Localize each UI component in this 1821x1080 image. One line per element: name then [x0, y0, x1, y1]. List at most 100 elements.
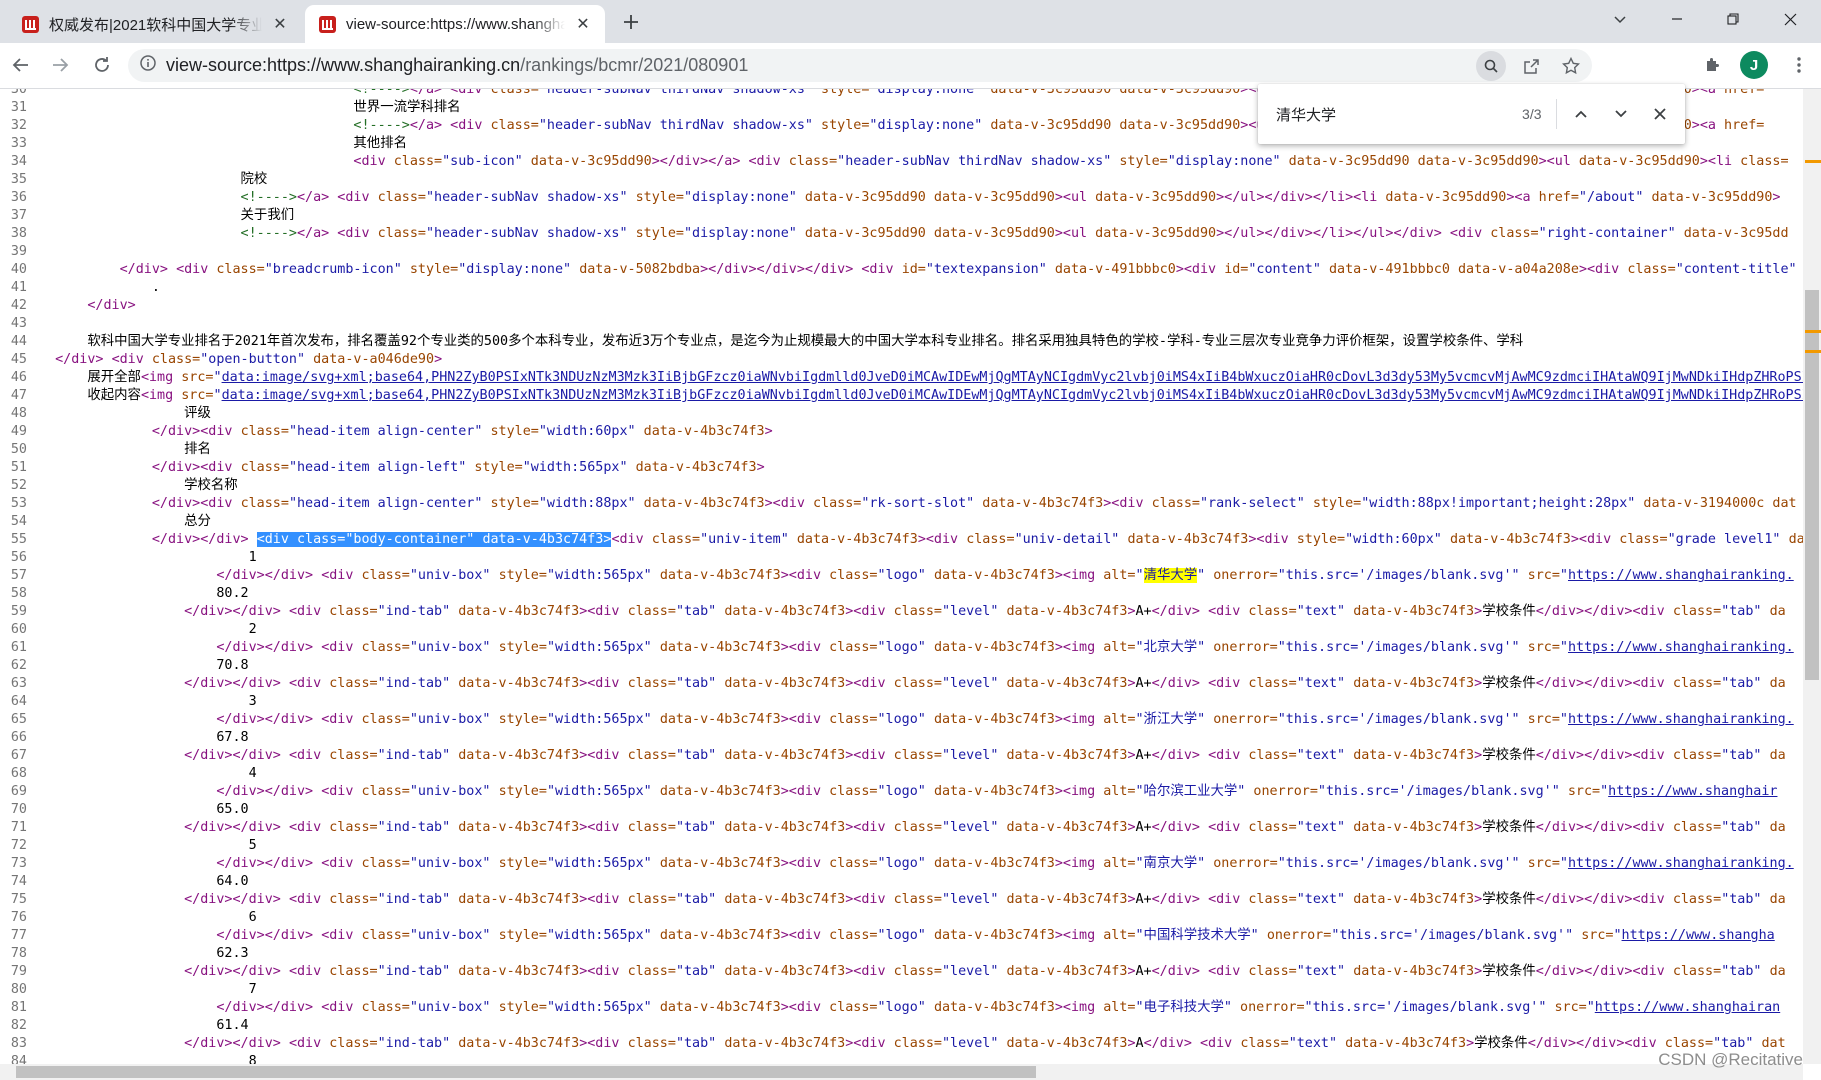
find-previous-button[interactable] [1567, 99, 1597, 129]
source-line: 76 6 [0, 909, 257, 927]
line-content: 院校 [39, 172, 268, 187]
tab-view-source[interactable]: view-source:https://www.shanghairanking.… [305, 5, 605, 43]
source-line: 62 70.8 [0, 657, 249, 675]
line-content: 评级 [39, 406, 211, 421]
share-button[interactable] [1516, 51, 1546, 81]
vertical-scrollbar-thumb[interactable] [1805, 290, 1819, 680]
source-line: 40 </div> <div class="breadcrumb-icon" s… [0, 261, 1797, 279]
line-content: </div></div> <div class="univ-box" style… [216, 568, 1794, 583]
extensions-button[interactable] [1698, 50, 1728, 80]
site-info-icon[interactable] [140, 55, 156, 76]
source-line: 46 展开全部<img src="data:image/svg+xml;base… [0, 369, 1803, 387]
line-content: 61.4 [39, 1018, 249, 1033]
url-scheme: view-source: [166, 55, 268, 75]
line-content: </div><div class="head-item align-center… [151, 424, 773, 439]
source-line: 70 65.0 [0, 801, 249, 819]
source-line: 49 </div><div class="head-item align-cen… [0, 423, 773, 441]
line-number: 75 [10, 892, 27, 907]
line-number: 39 [10, 244, 27, 259]
reload-button[interactable] [87, 50, 117, 80]
horizontal-scrollbar-thumb[interactable] [16, 1066, 1036, 1078]
source-line: 72 5 [0, 837, 257, 855]
source-line: 54 总分 [0, 513, 211, 531]
back-button[interactable] [6, 50, 36, 80]
minimize-button[interactable] [1654, 0, 1700, 38]
close-tab-icon[interactable]: ✕ [270, 14, 290, 34]
find-result-count: 3/3 [1522, 106, 1542, 122]
tab-title: view-source:https://www.shanghairanking.… [346, 15, 565, 33]
address-bar[interactable]: view-source:https://www.shanghairanking.… [128, 49, 1592, 82]
source-line: 39 [0, 243, 39, 261]
source-line: 59 </div></div> <div class="ind-tab" dat… [0, 603, 1786, 621]
line-content: 其他排名 [39, 136, 407, 151]
line-number: 60 [10, 622, 27, 637]
line-number: 34 [10, 154, 27, 169]
chevron-down-icon [1615, 110, 1627, 118]
source-line: 77 </div></div> <div class="univ-box" st… [0, 927, 1775, 945]
chevron-up-icon [1575, 110, 1587, 118]
line-content: 4 [39, 766, 257, 781]
line-number: 52 [10, 478, 27, 493]
source-line: 34 <div class="sub-icon" data-v-3c95dd90… [0, 153, 1789, 171]
forward-button[interactable] [45, 50, 75, 80]
line-content: 6 [39, 910, 257, 925]
bookmark-button[interactable] [1556, 51, 1586, 81]
source-line: 74 64.0 [0, 873, 249, 891]
line-content: 70.8 [39, 658, 249, 673]
tab-ranking-page[interactable]: 权威发布|2021软科中国大学专业排名 ✕ [8, 5, 302, 43]
source-line: 42 </div> [0, 297, 136, 315]
new-tab-button[interactable] [618, 9, 644, 35]
line-number: 40 [10, 262, 27, 277]
url-text[interactable]: view-source:https://www.shanghairanking.… [166, 55, 748, 76]
line-number: 58 [10, 586, 27, 601]
find-next-button[interactable] [1606, 99, 1636, 129]
line-number: 47 [10, 388, 27, 403]
source-line: 81 </div></div> <div class="univ-box" st… [0, 999, 1780, 1017]
profile-avatar[interactable]: J [1740, 51, 1768, 79]
view-source-content[interactable]: 30 <!----></a> <div class="header-subNav… [0, 89, 1803, 1065]
line-number: 61 [10, 640, 27, 655]
source-line: 41 . [0, 279, 160, 297]
close-window-button[interactable] [1767, 0, 1813, 38]
shanghairanking-favicon-icon [22, 15, 39, 33]
zoom-lens-button[interactable] [1476, 51, 1506, 81]
close-tab-icon[interactable]: ✕ [573, 14, 593, 34]
line-number: 45 [10, 352, 27, 367]
line-content: </div></div> <div class="ind-tab" data-v… [184, 748, 1786, 763]
source-line: 79 </div></div> <div class="ind-tab" dat… [0, 963, 1786, 981]
line-number: 54 [10, 514, 27, 529]
menu-button[interactable] [1784, 50, 1814, 80]
line-number: 33 [10, 136, 27, 151]
url-path: /rankings/bcmr/2021/080901 [520, 55, 749, 75]
line-number: 66 [10, 730, 27, 745]
source-line: 60 2 [0, 621, 257, 639]
source-line: 67 </div></div> <div class="ind-tab" dat… [0, 747, 1786, 765]
find-match-marker [1805, 330, 1821, 333]
source-line: 31 世界一流学科排名 [0, 99, 461, 117]
line-content: </div></div> <div class="ind-tab" data-v… [184, 1036, 1786, 1051]
source-line: 73 </div></div> <div class="univ-box" st… [0, 855, 1794, 873]
source-line: 48 评级 [0, 405, 211, 423]
source-line: 53 </div><div class="head-item align-cen… [0, 495, 1797, 513]
find-close-button[interactable] [1646, 99, 1676, 129]
arrow-right-icon [53, 58, 69, 72]
line-number: 43 [10, 316, 27, 331]
source-line: 69 </div></div> <div class="univ-box" st… [0, 783, 1778, 801]
line-content: 65.0 [39, 802, 249, 817]
line-number: 31 [10, 100, 27, 115]
restore-button[interactable] [1710, 0, 1756, 38]
line-content: 软科中国大学专业排名于2021年首次发布，排名覆盖92个专业类的500多个本科专… [39, 334, 1524, 349]
line-number: 72 [10, 838, 27, 853]
source-line: 75 </div></div> <div class="ind-tab" dat… [0, 891, 1786, 909]
share-icon [1523, 58, 1539, 74]
line-content: </div></div> <div class="univ-box" style… [216, 712, 1794, 727]
line-content: </div> <div class="breadcrumb-icon" styl… [119, 262, 1797, 277]
source-line: 68 4 [0, 765, 257, 783]
find-input[interactable]: 清华大学 [1276, 104, 1473, 125]
restore-icon [1727, 13, 1739, 25]
browser-toolbar: view-source:https://www.shanghairanking.… [0, 43, 1821, 89]
line-content: </div><div class="head-item align-left" … [151, 460, 765, 475]
tab-search-button[interactable] [1597, 0, 1643, 38]
line-number: 59 [10, 604, 27, 619]
line-number: 37 [10, 208, 27, 223]
